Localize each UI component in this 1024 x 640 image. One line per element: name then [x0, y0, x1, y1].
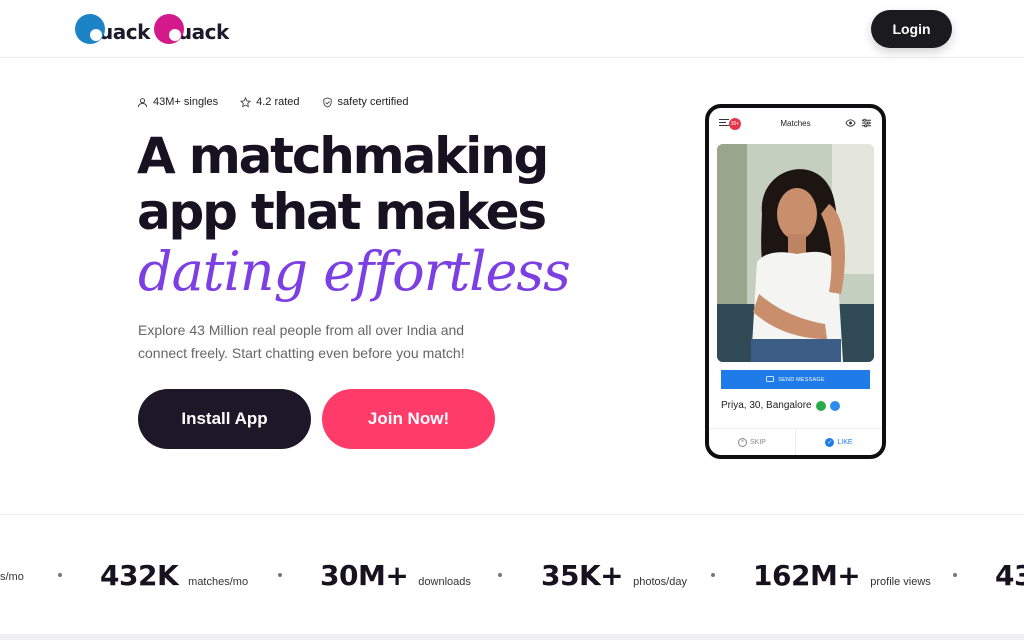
- logo-q-blue-icon: [75, 14, 105, 44]
- stat-item: 30M+ downloads: [320, 559, 471, 592]
- shield-check-icon: [322, 96, 332, 108]
- like-label: LIKE: [837, 438, 853, 446]
- phone-topbar: 30+ Matches: [709, 108, 882, 138]
- profile-photo[interactable]: [717, 144, 874, 362]
- install-app-button[interactable]: Install App: [138, 389, 311, 449]
- star-icon: [240, 96, 252, 107]
- stat-label: downloads: [418, 576, 471, 588]
- notification-badge: 30+: [729, 118, 741, 130]
- message-icon: [766, 376, 775, 382]
- logo-q-pink-icon: [153, 14, 184, 44]
- phone-actions: × SKIP ✓ LIKE: [709, 428, 882, 455]
- stat-number: 35K+: [541, 559, 624, 592]
- trust-item-safety: safety certified: [322, 96, 409, 108]
- verified-badge-icon: [829, 400, 840, 411]
- skip-label: SKIP: [750, 438, 766, 446]
- stat-number: 30M+: [320, 559, 409, 592]
- skip-button[interactable]: × SKIP: [709, 429, 796, 455]
- stat-item: 162M+ profile views: [753, 559, 931, 592]
- logo-text-1: uack: [99, 20, 150, 44]
- stat-separator: [498, 573, 502, 577]
- stat-label: profile views: [870, 576, 931, 588]
- trust-label: 43M+ singles: [153, 96, 219, 108]
- stat-number: 432K: [100, 559, 179, 592]
- like-button[interactable]: ✓ LIKE: [796, 429, 882, 455]
- trust-item-rating: 4.2 rated: [240, 96, 300, 108]
- check-icon: ✓: [825, 437, 835, 447]
- join-now-button[interactable]: Join Now!: [322, 389, 495, 449]
- stat-item: 432K matches/mo: [100, 559, 248, 592]
- send-message-button[interactable]: SEND MESSAGE: [721, 370, 870, 389]
- logo[interactable]: uack uack: [75, 12, 233, 46]
- stats-track: s/mo 432K matches/mo 30M+ downloads 35K+…: [0, 559, 1024, 595]
- hero-subtext: Explore 43 Million real people from all …: [138, 322, 465, 361]
- hero-headline: A matchmaking app that makes: [137, 127, 549, 241]
- headline-accent: dating effortless: [138, 240, 571, 303]
- stat-separator: [278, 573, 282, 577]
- stat-separator: [58, 573, 62, 577]
- phone-title: Matches: [780, 118, 811, 128]
- stat-item: 35K+ photos/day: [541, 559, 687, 592]
- profile-name: Priya, 30, Bangalore: [721, 400, 812, 411]
- login-button[interactable]: Login: [871, 10, 952, 48]
- eye-icon: [845, 119, 856, 127]
- close-icon: ×: [738, 437, 748, 447]
- stat-number: 162M+: [753, 559, 861, 592]
- profile-name-row: Priya, 30, Bangalore: [721, 400, 840, 411]
- stats-strip: s/mo 432K matches/mo 30M+ downloads 35K+…: [0, 514, 1024, 634]
- stat-separator: [953, 573, 957, 577]
- verified-phone-icon: [815, 400, 826, 411]
- stat-fragment-left: s/mo: [0, 571, 24, 583]
- stat-separator: [711, 573, 715, 577]
- phone-mockup: 30+ Matches SEND MESSAGE Priya, 30, Bang…: [705, 104, 886, 459]
- site-header: uack uack Login: [0, 0, 1024, 58]
- trust-label: 4.2 rated: [256, 96, 300, 108]
- phone-top-icons: [845, 118, 872, 128]
- send-message-label: SEND MESSAGE: [778, 376, 825, 383]
- headline-line-2: app that makes: [137, 183, 547, 241]
- filter-icon: [861, 118, 872, 128]
- stat-fragment-right: 43: [995, 559, 1024, 592]
- menu-icon: [719, 119, 729, 126]
- footer-band: [0, 634, 1024, 640]
- stat-label: photos/day: [633, 576, 687, 588]
- trust-label: safety certified: [337, 96, 409, 108]
- trust-item-singles: 43M+ singles: [137, 96, 218, 108]
- logo-text-2: uack: [177, 20, 229, 44]
- trust-row: 43M+ singles 4.2 rated safety certified: [137, 96, 408, 108]
- profile-photo-illustration: [717, 144, 874, 362]
- user-icon: [137, 97, 148, 107]
- headline-line-1: A matchmaking: [137, 127, 549, 185]
- stat-label: matches/mo: [188, 576, 249, 588]
